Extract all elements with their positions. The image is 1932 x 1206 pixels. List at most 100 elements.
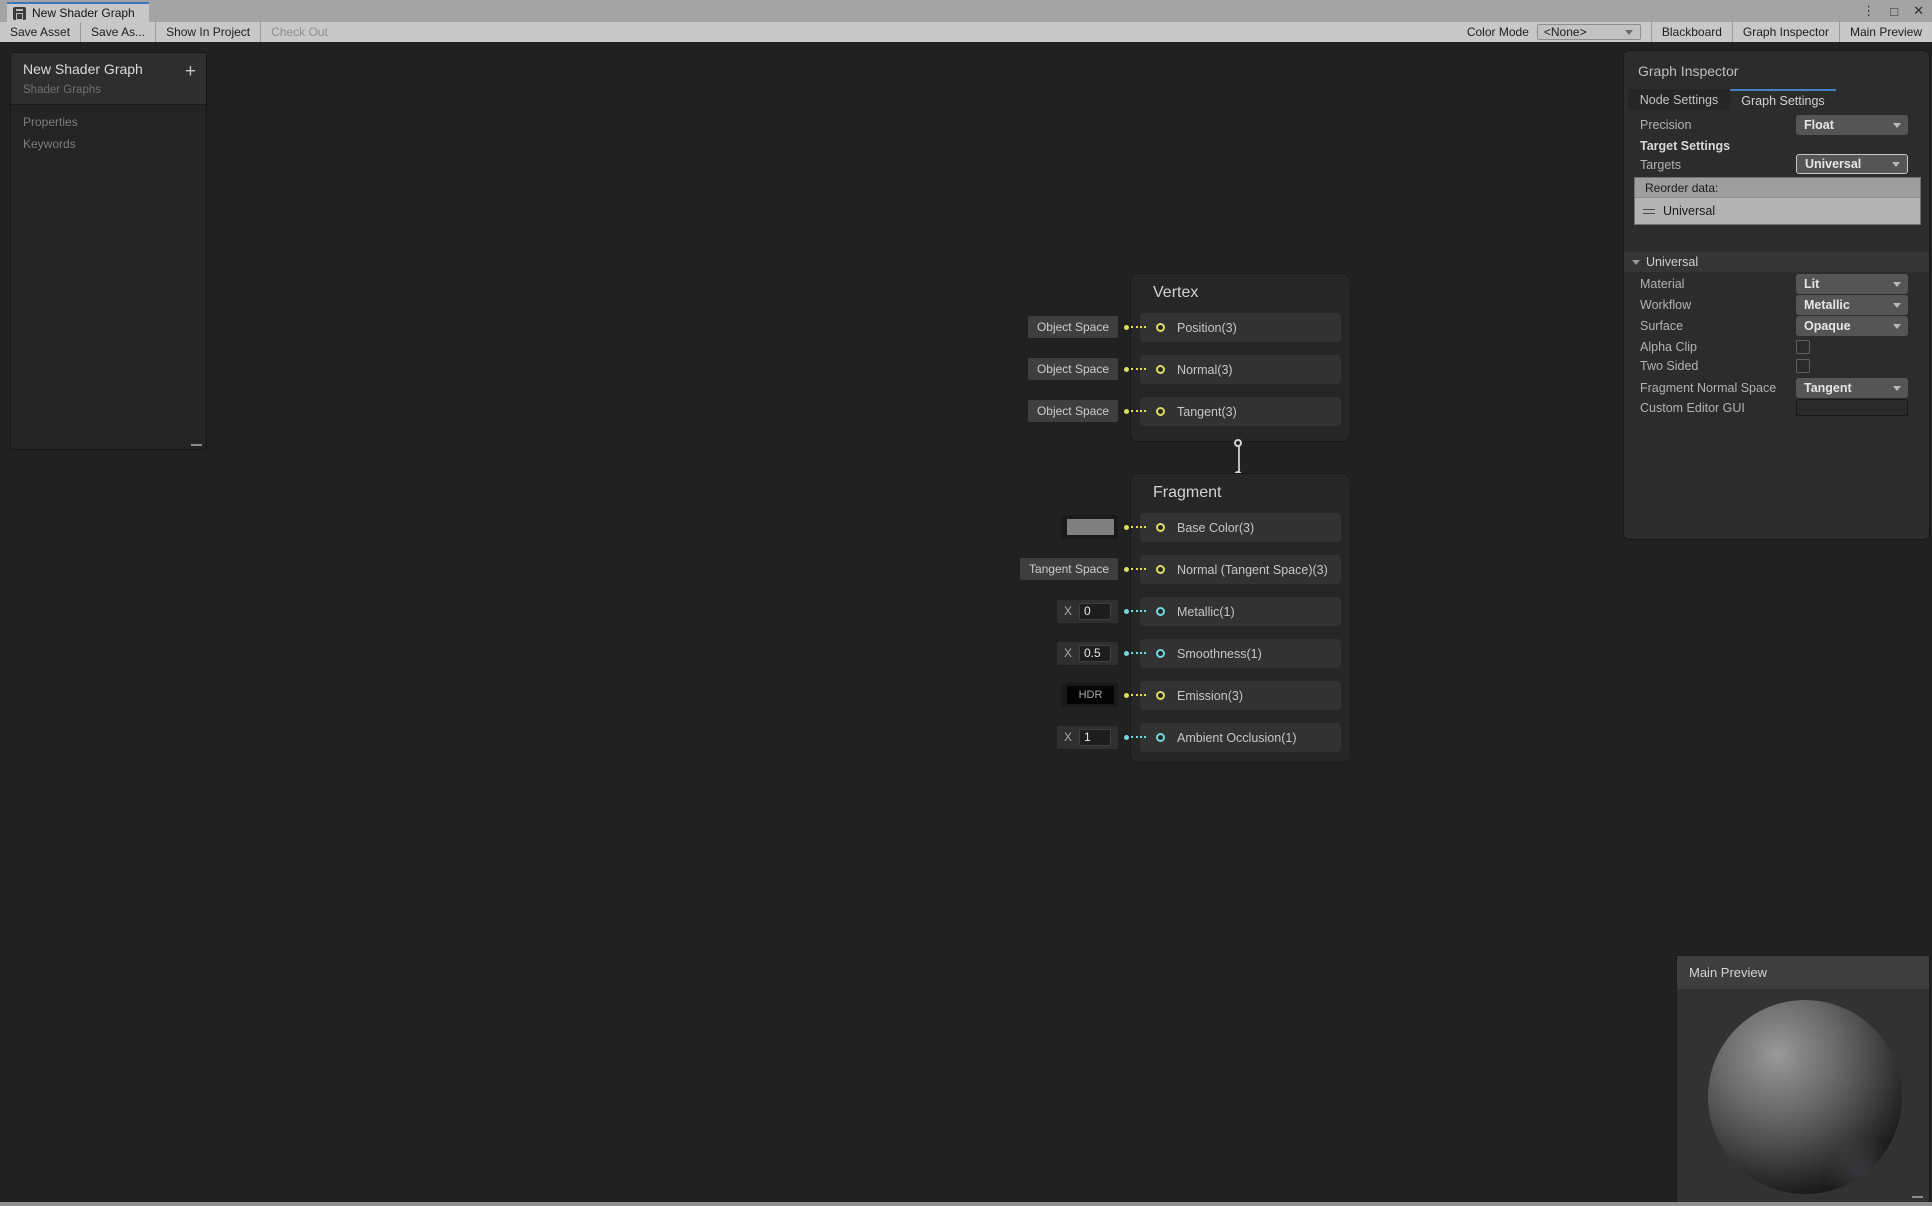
edge-output-cap (1234, 439, 1242, 447)
main-preview-viewport[interactable] (1677, 989, 1929, 1202)
alpha-clip-checkbox[interactable] (1796, 340, 1810, 354)
tab-title: New Shader Graph (32, 6, 135, 20)
chevron-down-icon (1625, 30, 1633, 35)
position-space-control: Object Space (1028, 315, 1146, 339)
metallic-value-control: X 0 (1057, 599, 1146, 623)
graph-inspector-toggle-button[interactable]: Graph Inspector (1733, 22, 1839, 42)
two-sided-checkbox[interactable] (1796, 359, 1810, 373)
main-preview-toggle-button[interactable]: Main Preview (1840, 22, 1932, 42)
ambient-occlusion-input-port[interactable] (1156, 733, 1165, 742)
base-color-input-port[interactable] (1156, 523, 1165, 532)
connector-dash (1131, 568, 1146, 570)
targets-label: Targets (1640, 158, 1681, 172)
tangent-space-pill[interactable]: Object Space (1028, 400, 1118, 422)
normal-ts-slot: Normal (Tangent Space)(3) (1140, 555, 1341, 584)
smoothness-value-control: X 0.5 (1057, 641, 1146, 665)
chevron-down-icon (1893, 386, 1901, 391)
save-asset-button[interactable]: Save Asset (0, 22, 80, 42)
metallic-input-port[interactable] (1156, 607, 1165, 616)
tab-new-shader-graph[interactable]: New Shader Graph (7, 2, 149, 22)
fragment-node[interactable]: Fragment Base Color(3) Normal (Tangent S… (1130, 473, 1351, 763)
base-color-swatch-fill (1067, 519, 1114, 535)
chevron-down-icon (1893, 324, 1901, 329)
surface-dropdown[interactable]: Opaque (1796, 316, 1908, 336)
material-dropdown[interactable]: Lit (1796, 274, 1908, 294)
connector-dash (1131, 410, 1146, 412)
workflow-dropdown[interactable]: Metallic (1796, 295, 1908, 315)
connector-dot (1124, 609, 1129, 614)
save-as-button[interactable]: Save As... (81, 22, 155, 42)
connector-dot (1124, 567, 1129, 572)
window-titlebar: New Shader Graph ⋮ □ ✕ (0, 0, 1932, 22)
position-input-port[interactable] (1156, 323, 1165, 332)
blackboard-resize-handle[interactable] (191, 444, 202, 446)
connector-dash (1131, 326, 1146, 328)
normal-input-port[interactable] (1156, 365, 1165, 374)
show-in-project-button[interactable]: Show In Project (156, 22, 260, 42)
color-mode-label: Color Mode (1459, 22, 1537, 42)
blackboard-section-properties[interactable]: Properties (23, 115, 78, 129)
ambient-occlusion-value-field[interactable]: 1 (1079, 729, 1111, 746)
connector-dash (1131, 694, 1146, 696)
connector-dash (1131, 368, 1146, 370)
tab-node-settings[interactable]: Node Settings (1628, 89, 1730, 110)
window-maximize-icon[interactable]: □ (1890, 4, 1898, 19)
connector-dash (1131, 610, 1146, 612)
chevron-down-icon (1893, 282, 1901, 287)
inspector-title: Graph Inspector (1638, 63, 1738, 79)
connector-dot (1124, 693, 1129, 698)
base-color-swatch[interactable] (1062, 515, 1118, 539)
surface-label: Surface (1640, 319, 1683, 333)
fragment-normal-space-dropdown[interactable]: Tangent (1796, 378, 1908, 398)
tangent-space-pill[interactable]: Tangent Space (1020, 558, 1118, 580)
preview-sphere[interactable] (1708, 1000, 1902, 1194)
two-sided-label: Two Sided (1640, 359, 1698, 373)
position-space-pill[interactable]: Object Space (1028, 316, 1118, 338)
tangent-space-control: Object Space (1028, 399, 1146, 423)
add-property-button[interactable]: + (185, 62, 196, 81)
reorder-item-universal[interactable]: Universal (1635, 197, 1920, 224)
base-color-control (1062, 515, 1146, 539)
ambient-occlusion-value-control: X 1 (1057, 725, 1146, 749)
custom-editor-gui-field[interactable] (1796, 399, 1908, 416)
blackboard-subtitle: Shader Graphs (23, 84, 101, 96)
blackboard-section-keywords[interactable]: Keywords (23, 137, 76, 151)
toolbar: Save Asset Save As... Show In Project Ch… (0, 22, 1932, 42)
blackboard-toggle-button[interactable]: Blackboard (1652, 22, 1732, 42)
window-close-icon[interactable]: ✕ (1913, 3, 1924, 19)
graph-canvas[interactable]: New Shader Graph + Shader Graphs Propert… (0, 42, 1932, 1202)
smoothness-value-field[interactable]: 0.5 (1079, 645, 1111, 662)
universal-foldout[interactable]: Universal (1624, 252, 1929, 272)
emission-slot: Emission(3) (1140, 681, 1341, 710)
metallic-value-field[interactable]: 0 (1079, 603, 1111, 620)
connector-dot (1124, 651, 1129, 656)
window-bottom-edge (0, 1202, 1932, 1206)
precision-dropdown[interactable]: Float (1796, 115, 1908, 135)
ambient-occlusion-x-box: X 1 (1057, 726, 1118, 749)
targets-dropdown[interactable]: Universal (1796, 154, 1908, 174)
normal-space-pill[interactable]: Object Space (1028, 358, 1118, 380)
reorder-data-box: Reorder data: Universal (1634, 177, 1921, 225)
emission-hdr-swatch[interactable]: HDR (1062, 683, 1118, 707)
tangent-input-port[interactable] (1156, 407, 1165, 416)
emission-input-port[interactable] (1156, 691, 1165, 700)
blackboard-panel: New Shader Graph + Shader Graphs Propert… (10, 52, 207, 450)
connector-dot (1124, 735, 1129, 740)
vertex-tangent-slot: Tangent(3) (1140, 397, 1341, 426)
main-preview-title: Main Preview (1689, 965, 1767, 980)
preview-resize-handle[interactable] (1912, 1196, 1923, 1198)
main-preview-header: Main Preview (1677, 956, 1929, 989)
check-out-button: Check Out (261, 22, 338, 42)
color-mode-dropdown[interactable]: <None> (1537, 24, 1641, 40)
vertex-node[interactable]: Vertex Position(3) Normal(3) Tangent(3) (1130, 273, 1351, 442)
drag-handle-icon[interactable] (1643, 209, 1655, 214)
smoothness-input-port[interactable] (1156, 649, 1165, 658)
window-more-icon[interactable]: ⋮ (1862, 3, 1875, 19)
emission-control: HDR (1062, 683, 1146, 707)
tab-graph-settings[interactable]: Graph Settings (1730, 89, 1836, 110)
shader-graph-asset-icon (13, 7, 26, 20)
normal-ts-input-port[interactable] (1156, 565, 1165, 574)
connector-dot (1124, 409, 1129, 414)
material-label: Material (1640, 277, 1684, 291)
normal-ts-space-control: Tangent Space (1020, 557, 1146, 581)
